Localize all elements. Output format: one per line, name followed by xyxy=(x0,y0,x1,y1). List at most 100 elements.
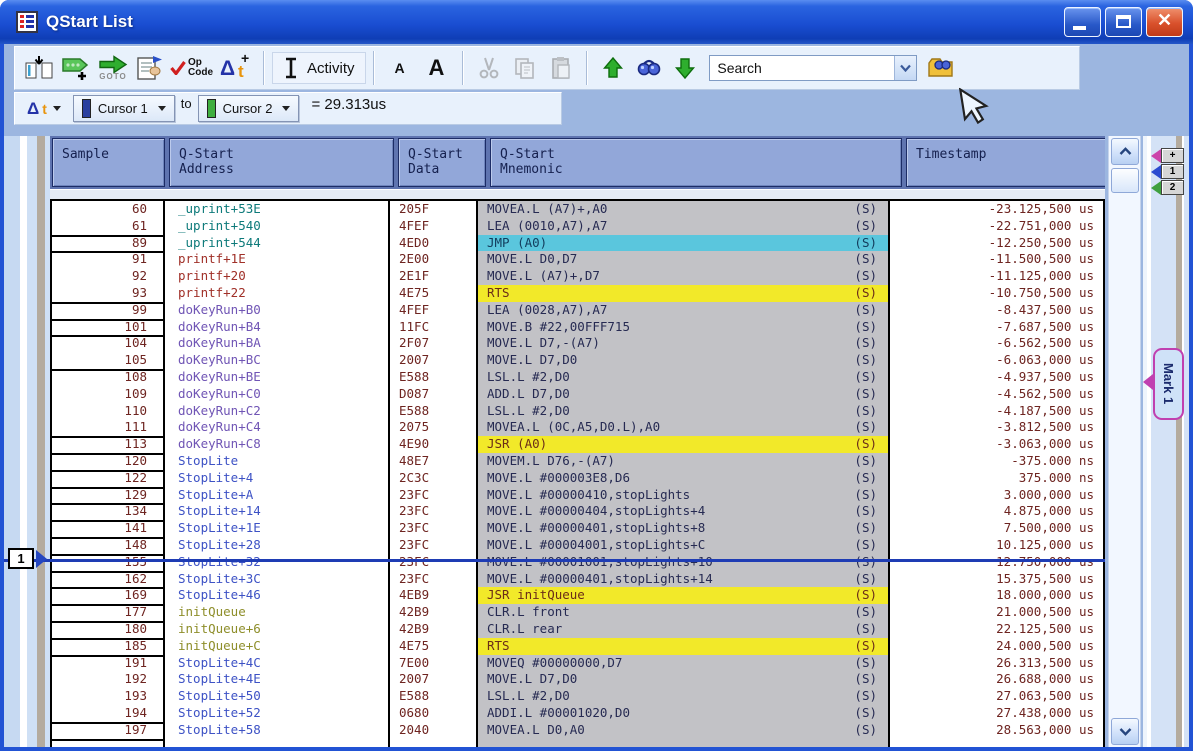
cursor2-marker-button[interactable]: 2 xyxy=(1161,180,1184,195)
list-row[interactable]: 134StopLite+1423FCMOVE.L #00000404,stopL… xyxy=(52,503,1103,520)
list-row[interactable]: 92printf+202E1FMOVE.L (A7)+,D7(S)-11.125… xyxy=(52,268,1103,285)
mnemonic-cell: LEA (0010,A7),A7(S) xyxy=(476,218,888,235)
cursor1-dropdown[interactable]: Cursor 1 xyxy=(73,95,175,122)
close-button[interactable]: ✕ xyxy=(1146,7,1183,37)
list-row[interactable]: 180initQueue+642B9CLR.L rear(S)22.125,50… xyxy=(52,621,1103,638)
list-row[interactable]: 89_uprint+5444ED0JMP (A0)(S)-12.250,500 … xyxy=(52,235,1103,252)
address-cell: _uprint+53E xyxy=(163,201,388,218)
column-header-data[interactable]: Q-StartData xyxy=(398,138,486,187)
timestamp-cell: -375.000 ns xyxy=(888,453,1103,470)
list-row[interactable]: 185initQueue+C4E75RTS(S)24.000,500 us xyxy=(52,638,1103,655)
find-next-button[interactable] xyxy=(667,48,703,88)
mnemonic-cell: JMP (A0)(S) xyxy=(476,235,888,252)
activity-button[interactable]: Activity xyxy=(272,52,366,84)
list-row[interactable]: 91printf+1E2E00MOVE.L D0,D7(S)-11.500,50… xyxy=(52,251,1103,268)
find-previous-button[interactable] xyxy=(595,48,631,88)
main-toolbar: GOTO Op Code xyxy=(14,46,1080,90)
address-cell: _uprint+544 xyxy=(163,235,388,252)
column-header-sample[interactable]: Sample xyxy=(52,138,165,187)
list-row[interactable]: 111doKeyRun+C42075MOVEA.L (0C,A5,D0.L),A… xyxy=(52,419,1103,436)
titlebar[interactable]: QStart List ✕ xyxy=(0,0,1193,44)
copy-button[interactable] xyxy=(507,48,543,88)
cursor1-marker-button[interactable]: 1 xyxy=(1161,164,1184,179)
mnemonic-cell: JSR initQueue(S) xyxy=(476,587,888,604)
list-row[interactable]: 129StopLite+A23FCMOVE.L #00000410,stopLi… xyxy=(52,487,1103,504)
data-cell: 4EB9 xyxy=(388,587,476,604)
add-item-button[interactable] xyxy=(57,48,95,88)
list-row[interactable]: 93printf+224E75RTS(S)-10.750,500 us xyxy=(52,285,1103,302)
address-cell: StopLite xyxy=(163,453,388,470)
status-flag: (S) xyxy=(854,671,877,688)
search-dropdown-button[interactable] xyxy=(894,56,916,80)
sample-cell: 93 xyxy=(52,285,163,302)
paste-button[interactable] xyxy=(543,48,579,88)
scroll-down-button[interactable] xyxy=(1111,718,1139,745)
list-row[interactable]: 113doKeyRun+C84E90JSR (A0)(S)-3.063,000 … xyxy=(52,436,1103,453)
scroll-up-button[interactable] xyxy=(1111,138,1139,165)
split-columns-button[interactable] xyxy=(21,48,57,88)
vertical-scrollbar[interactable] xyxy=(1108,136,1141,747)
list-row[interactable]: 110doKeyRun+C2E588LSL.L #2,D0(S)-4.187,5… xyxy=(52,403,1103,420)
sample-cell: 162 xyxy=(52,571,163,588)
list-row[interactable]: 197StopLite+582040MOVEA.L D0,A0(S)28.563… xyxy=(52,722,1103,739)
cursor2-label: Cursor 2 xyxy=(223,101,273,116)
column-header-mnemonic[interactable]: Q-StartMnemonic xyxy=(490,138,902,187)
opcode-button[interactable]: Op Code xyxy=(167,48,216,88)
search-input[interactable]: Search xyxy=(710,60,894,76)
find-button[interactable] xyxy=(631,48,667,88)
data-cell: 4ED0 xyxy=(388,235,476,252)
list-row[interactable]: 122StopLite+42C3CMOVE.L #000003E8,D6(S)3… xyxy=(52,470,1103,487)
list-row[interactable]: 177initQueue42B9CLR.L front(S)21.000,500… xyxy=(52,604,1103,621)
list-row[interactable]: 109doKeyRun+C0D087ADD.L D7,D0(S)-4.562,5… xyxy=(52,386,1103,403)
cursor1-gutter-marker[interactable]: 1 xyxy=(8,548,34,569)
list-row[interactable]: 193StopLite+50E588LSL.L #2,D0(S)27.063,5… xyxy=(52,688,1103,705)
font-smaller-button[interactable]: A xyxy=(382,48,418,88)
column-header-address[interactable]: Q-StartAddress xyxy=(169,138,394,187)
minimize-button[interactable] xyxy=(1064,7,1101,37)
list-row[interactable]: 99doKeyRun+B04FEFLEA (0028,A7),A7(S)-8.4… xyxy=(52,302,1103,319)
trigger-marker-button[interactable]: + xyxy=(1161,148,1184,163)
list-row[interactable]: 101doKeyRun+B411FCMOVE.B #22,00FFF715(S)… xyxy=(52,319,1103,336)
mnemonic-text: MOVE.L (A7)+,D7 xyxy=(487,268,600,285)
list-row[interactable]: 191StopLite+4C7E00MOVEQ #00000000,D7(S)2… xyxy=(52,655,1103,672)
search-combobox[interactable]: Search xyxy=(709,55,917,81)
cursor1-marker-arrow-icon xyxy=(36,550,47,568)
status-flag: (S) xyxy=(854,470,877,487)
list-row[interactable]: 194StopLite+520680ADDI.L #00001020,D0(S)… xyxy=(52,705,1103,722)
address-cell: StopLite+3C xyxy=(163,571,388,588)
new-delta-time-button[interactable]: Δ t + xyxy=(216,48,256,88)
search-setup-button[interactable] xyxy=(923,48,959,88)
list-row[interactable]: 105doKeyRun+BC2007MOVE.L D7,D0(S)-6.063,… xyxy=(52,352,1103,369)
data-cell: 2E1F xyxy=(388,268,476,285)
scrollbar-thumb[interactable] xyxy=(1111,168,1139,193)
list-row[interactable]: 108doKeyRun+BEE588LSL.L #2,D0(S)-4.937,5… xyxy=(52,369,1103,386)
goto-button[interactable]: GOTO xyxy=(95,48,131,88)
mark1-tab[interactable]: Mark 1 xyxy=(1153,348,1184,420)
list-row[interactable]: 61_uprint+5404FEFLEA (0010,A7),A7(S)-22.… xyxy=(52,218,1103,235)
list-row[interactable]: 148StopLite+2823FCMOVE.L #00004001,stopL… xyxy=(52,537,1103,554)
list-row[interactable]: 141StopLite+1E23FCMOVE.L #00000401,stopL… xyxy=(52,520,1103,537)
sample-cell: 122 xyxy=(52,470,163,487)
list-row[interactable]: 60_uprint+53E205FMOVEA.L (A7)+,A0(S)-23.… xyxy=(52,201,1103,218)
status-flag: (S) xyxy=(854,621,877,638)
maximize-button[interactable] xyxy=(1105,7,1142,37)
cursor2-dropdown[interactable]: Cursor 2 xyxy=(198,95,300,122)
cut-button[interactable] xyxy=(471,48,507,88)
list-row[interactable] xyxy=(52,739,1103,748)
font-larger-button[interactable]: A xyxy=(418,48,456,88)
delta-t-dropdown[interactable]: Δ t xyxy=(21,97,67,121)
properties-button[interactable] xyxy=(131,48,167,88)
list-row[interactable]: 155StopLite+3223FCMOVE.L #00001001,stopL… xyxy=(52,554,1103,571)
list-body: 60_uprint+53E205FMOVEA.L (A7)+,A0(S)-23.… xyxy=(50,199,1105,747)
status-flag: (S) xyxy=(854,655,877,672)
list-row[interactable]: 169StopLite+464EB9JSR initQueue(S)18.000… xyxy=(52,587,1103,604)
list-row[interactable]: 120StopLite48E7MOVEM.L D76,-(A7)(S)-375.… xyxy=(52,453,1103,470)
list-row[interactable]: 104doKeyRun+BA2F07MOVE.L D7,-(A7)(S)-6.5… xyxy=(52,335,1103,352)
mnemonic-text: MOVE.L #00000404,stopLights+4 xyxy=(487,503,705,520)
list-row[interactable]: 162StopLite+3C23FCMOVE.L #00000401,stopL… xyxy=(52,571,1103,588)
cursor1-line[interactable] xyxy=(50,559,1105,562)
mnemonic-text: MOVE.L #00000401,stopLights+8 xyxy=(487,520,705,537)
column-header-timestamp[interactable]: Timestamp xyxy=(906,138,1105,187)
timestamp-cell: -10.750,500 us xyxy=(888,285,1103,302)
list-row[interactable]: 192StopLite+4E2007MOVE.L D7,D0(S)26.688,… xyxy=(52,671,1103,688)
